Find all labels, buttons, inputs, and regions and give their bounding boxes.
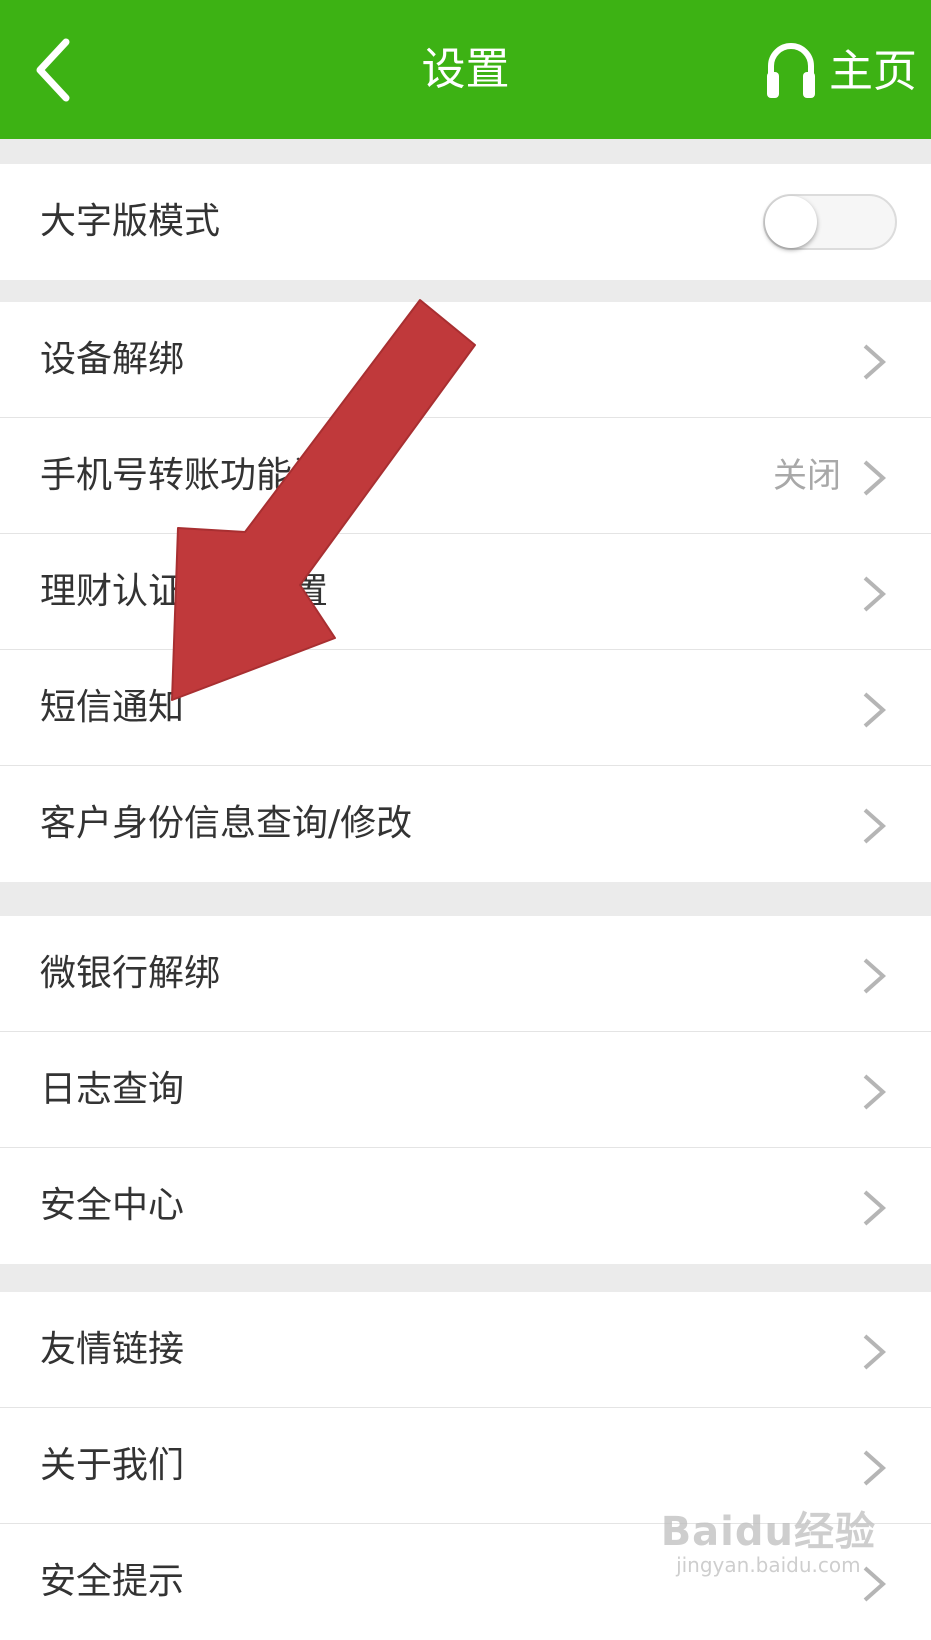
row-label: 大字版模式	[40, 201, 221, 242]
wechat-bank-unbind-row[interactable]: 微银行解绑	[0, 916, 931, 1032]
customer-identity-row[interactable]: 客户身份信息查询/修改	[0, 766, 931, 882]
sms-notification-row[interactable]: 短信通知	[0, 650, 931, 766]
chevron-right-icon	[863, 576, 887, 612]
row-label: 关于我们	[40, 1445, 185, 1486]
row-label: 日志查询	[40, 1069, 185, 1110]
settings-group-about: 友情链接 关于我们 安全提示	[0, 1292, 931, 1640]
watermark: Baidu经验 jingyan.baidu.com	[661, 1510, 876, 1576]
about-us-row[interactable]: 关于我们	[0, 1408, 931, 1524]
row-label: 理财认证方式设置	[40, 571, 329, 612]
row-label: 短信通知	[40, 687, 185, 728]
row-label: 客户身份信息查询/修改	[40, 803, 413, 844]
phone-transfer-row[interactable]: 手机号转账功能设置 关闭	[0, 418, 931, 534]
device-unbind-row[interactable]: 设备解绑	[0, 302, 931, 418]
headset-icon	[767, 43, 815, 98]
row-label: 安全中心	[40, 1185, 185, 1226]
watermark-brand: Baidu经验	[660, 1509, 876, 1555]
large-font-mode-row[interactable]: 大字版模式	[0, 164, 931, 280]
chevron-right-icon	[863, 1334, 887, 1370]
chevron-right-icon	[863, 958, 887, 994]
settings-group-security: 微银行解绑 日志查询 安全中心	[0, 916, 931, 1264]
finance-auth-row[interactable]: 理财认证方式设置	[0, 534, 931, 650]
chevron-right-icon	[863, 692, 887, 728]
home-label: 主页	[829, 46, 917, 97]
chevron-right-icon	[863, 460, 887, 496]
settings-group-display: 大字版模式	[0, 164, 931, 280]
security-center-row[interactable]: 安全中心	[0, 1148, 931, 1264]
chevron-right-icon	[863, 1450, 887, 1486]
chevron-right-icon	[863, 1074, 887, 1110]
toggle-knob	[765, 196, 817, 248]
log-query-row[interactable]: 日志查询	[0, 1032, 931, 1148]
chevron-right-icon	[863, 1190, 887, 1226]
home-button[interactable]: 主页	[765, 40, 917, 104]
friendly-links-row[interactable]: 友情链接	[0, 1292, 931, 1408]
row-label: 友情链接	[40, 1329, 185, 1370]
settings-group-account: 设备解绑 手机号转账功能设置 关闭 理财认证方式设置 短信通知 客户身份信息查询…	[0, 302, 931, 882]
navigation-bar: 设置 主页	[0, 0, 931, 139]
large-font-mode-toggle[interactable]	[763, 194, 897, 250]
row-label: 微银行解绑	[40, 953, 221, 994]
row-label: 设备解绑	[40, 339, 185, 380]
status-value: 关闭	[773, 456, 841, 496]
chevron-right-icon	[863, 808, 887, 844]
row-label: 安全提示	[40, 1561, 185, 1602]
row-label: 手机号转账功能设置	[40, 455, 365, 496]
watermark-url: jingyan.baidu.com	[676, 1553, 861, 1577]
chevron-right-icon	[863, 344, 887, 380]
